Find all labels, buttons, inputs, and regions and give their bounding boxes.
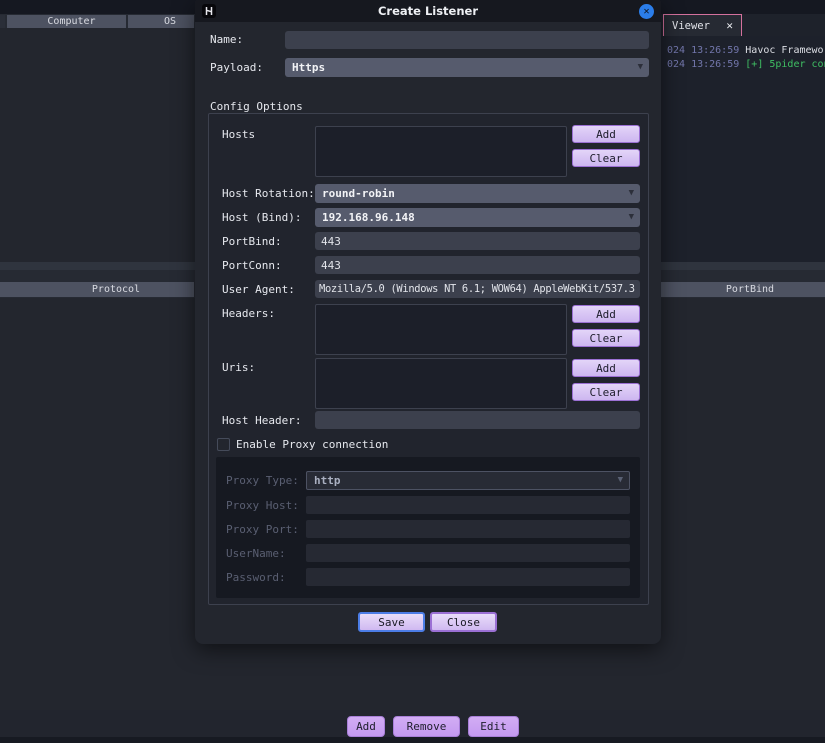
- proxy-username-input[interactable]: [306, 544, 630, 562]
- hosts-listbox[interactable]: [315, 126, 567, 177]
- hosts-label: Hosts: [222, 128, 255, 142]
- headers-label: Headers:: [222, 307, 275, 321]
- tab-close-icon[interactable]: ✕: [726, 19, 733, 32]
- havoc-icon: [202, 4, 216, 18]
- dialog-close-button[interactable]: ✕: [639, 4, 654, 19]
- headers-listbox[interactable]: [315, 304, 567, 355]
- log-message: 5pider con: [769, 59, 825, 70]
- headers-clear-button[interactable]: Clear: [572, 329, 640, 347]
- log-line: 024 13:26:59 Havoc Framewor: [667, 44, 825, 58]
- proxy-username-label: UserName:: [226, 547, 286, 561]
- payload-value: Https: [292, 61, 325, 74]
- proxy-port-label: Proxy Port:: [226, 523, 299, 537]
- portbind-label: PortBind:: [222, 235, 282, 249]
- portconn-label: PortConn:: [222, 259, 282, 273]
- column-header-portbind[interactable]: PortBind: [661, 282, 825, 297]
- uris-add-button[interactable]: Add: [572, 359, 640, 377]
- uris-clear-button[interactable]: Clear: [572, 383, 640, 401]
- host-bind-label: Host (Bind):: [222, 211, 301, 225]
- session-table-header: Computer OS: [0, 15, 194, 28]
- proxy-type-value: http: [314, 474, 341, 487]
- listener-add-button[interactable]: Add: [347, 716, 385, 737]
- event-log-panel: 024 13:26:59 Havoc Framewor 024 13:26:59…: [661, 36, 825, 262]
- log-prefix: [+]: [745, 59, 763, 70]
- column-header-protocol[interactable]: Protocol: [0, 282, 194, 297]
- havoc-app-window: Computer OS Viewer ✕ 024 13:26:59 Havoc …: [0, 0, 825, 743]
- user-agent-label: User Agent:: [222, 283, 295, 297]
- proxy-type-label: Proxy Type:: [226, 474, 299, 488]
- session-table-corner-cell: [0, 15, 5, 28]
- listener-edit-button[interactable]: Edit: [468, 716, 519, 737]
- proxy-password-input[interactable]: [306, 568, 630, 586]
- headers-add-button[interactable]: Add: [572, 305, 640, 323]
- dialog-title: Create Listener: [195, 0, 661, 22]
- enable-proxy-checkbox[interactable]: [217, 438, 230, 451]
- column-header-computer[interactable]: Computer: [7, 15, 126, 28]
- tab-viewer-label: Viewer: [672, 20, 710, 32]
- proxy-password-label: Password:: [226, 571, 286, 585]
- host-header-input[interactable]: [315, 411, 640, 429]
- log-line: 024 13:26:59 [+] 5pider con: [667, 58, 825, 72]
- log-timestamp: 024 13:26:59: [667, 59, 739, 70]
- portbind-input[interactable]: [315, 232, 640, 250]
- close-button[interactable]: Close: [430, 612, 497, 632]
- column-header-os[interactable]: OS: [128, 15, 194, 28]
- listener-remove-button[interactable]: Remove: [393, 716, 460, 737]
- portconn-input[interactable]: [315, 256, 640, 274]
- proxy-type-select[interactable]: http ▼: [306, 471, 630, 490]
- chevron-down-icon: ▼: [629, 208, 634, 227]
- enable-proxy-label: Enable Proxy connection: [236, 438, 388, 452]
- name-label: Name:: [210, 33, 243, 47]
- save-button[interactable]: Save: [358, 612, 425, 632]
- payload-select[interactable]: Https ▼: [285, 58, 649, 77]
- uris-listbox[interactable]: [315, 358, 567, 409]
- chevron-down-icon: ▼: [638, 58, 643, 77]
- host-rotation-value: round-robin: [322, 187, 395, 200]
- host-rotation-select[interactable]: round-robin ▼: [315, 184, 640, 203]
- create-listener-dialog: Create Listener ✕ Name: Payload: Https ▼…: [195, 0, 661, 644]
- hosts-clear-button[interactable]: Clear: [572, 149, 640, 167]
- host-bind-select[interactable]: 192.168.96.148 ▼: [315, 208, 640, 227]
- host-bind-value: 192.168.96.148: [322, 211, 415, 224]
- proxy-host-label: Proxy Host:: [226, 499, 299, 513]
- session-table-body: [0, 28, 195, 262]
- proxy-host-input[interactable]: [306, 496, 630, 514]
- statusbar-edge: [0, 737, 825, 743]
- name-input[interactable]: [285, 31, 649, 49]
- log-message: Havoc Framewor: [745, 45, 825, 56]
- host-header-label: Host Header:: [222, 414, 301, 428]
- host-rotation-label: Host Rotation:: [222, 187, 315, 201]
- listener-actions: Add Remove Edit: [347, 716, 519, 737]
- proxy-port-input[interactable]: [306, 520, 630, 538]
- chevron-down-icon: ▼: [629, 184, 634, 203]
- chevron-down-icon: ▼: [618, 472, 623, 489]
- uris-label: Uris:: [222, 361, 255, 375]
- log-timestamp: 024 13:26:59: [667, 45, 739, 56]
- payload-label: Payload:: [210, 61, 263, 75]
- hosts-add-button[interactable]: Add: [572, 125, 640, 143]
- dialog-titlebar[interactable]: Create Listener ✕: [195, 0, 661, 22]
- tab-viewer[interactable]: Viewer ✕: [663, 14, 742, 36]
- viewer-tabbar: Viewer ✕: [661, 14, 825, 36]
- config-options-title: Config Options: [210, 100, 303, 114]
- user-agent-input[interactable]: [315, 280, 640, 298]
